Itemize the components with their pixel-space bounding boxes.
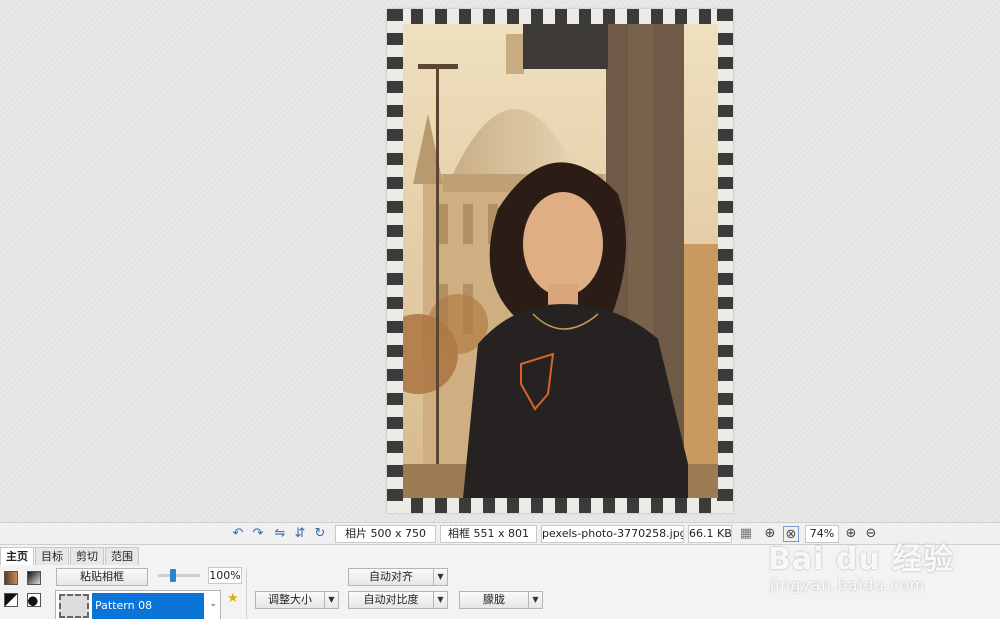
auto-align-dropdown[interactable]: ▼ [434,568,448,586]
blur-dropdown[interactable]: ▼ [529,591,543,609]
resize-dropdown[interactable]: ▼ [325,591,339,609]
zoom-out-icon[interactable]: ⊖ [863,526,879,542]
color-swatch-icon[interactable] [4,571,18,585]
redo-icon[interactable]: ↷ [250,526,266,542]
checkerboard-icon[interactable]: ▦ [738,526,754,542]
frame-size-field: 相框 551 x 801 [440,525,537,543]
zoom-fit-icon[interactable]: ⊕ [762,526,778,542]
undo-icon[interactable]: ↶ [230,526,246,542]
paste-frame-button[interactable]: 粘贴相框 [56,568,148,586]
tab-home[interactable]: 主页 [0,547,34,565]
image-canvas[interactable] [0,0,1000,522]
resize-button[interactable]: 调整大小 [255,591,325,609]
filename-field: pexels-photo-3770258.jpg [541,525,684,543]
filesize-field: 66.1 KB [688,525,732,543]
tab-target[interactable]: 目标 [35,547,69,565]
panel-divider [246,569,247,619]
panel-tabs: 主页 目标 剪切 范围 [0,547,140,565]
auto-contrast-button[interactable]: 自动对比度 [348,591,434,609]
gradient-swatch-icon[interactable] [27,571,41,585]
rotate-icon[interactable]: ↻ [312,526,328,542]
frame-right-edge [717,9,733,513]
pattern-select[interactable]: Pattern 08 ⌄ [55,590,221,619]
auto-align-button[interactable]: 自动对齐 [348,568,434,586]
chevron-down-icon[interactable]: ⌄ [209,599,217,609]
zoom-level-field[interactable]: 74% [805,525,839,543]
opacity-slider-track[interactable] [158,574,200,577]
flip-horizontal-icon[interactable]: ⇋ [272,526,288,542]
tab-range[interactable]: 范围 [105,547,139,565]
frame-top-edge [387,9,733,24]
pattern-name: Pattern 08 [92,593,204,619]
photo-preview [403,24,718,498]
auto-contrast-dropdown[interactable]: ▼ [434,591,448,609]
pattern-thumbnail [59,594,89,618]
contrast-icon[interactable] [4,593,18,607]
frame-bottom-edge [387,498,733,513]
photo-size-field: 相片 500 x 750 [335,525,436,543]
frame-left-edge [387,9,403,513]
tool-panel: 主页 目标 剪切 范围 粘贴相框 100% Pattern 08 ⌄ ★ 调整大… [0,544,1000,619]
tab-cut[interactable]: 剪切 [70,547,104,565]
opacity-slider-thumb[interactable] [170,569,176,582]
zoom-in-icon[interactable]: ⊕ [843,526,859,542]
favorite-star-icon[interactable]: ★ [227,591,239,606]
status-bar: ↶ ↷ ⇋ ⇵ ↻ 相片 500 x 750 相框 551 x 801 pexe… [0,522,1000,544]
opacity-value[interactable]: 100% [208,567,242,584]
zoom-actual-icon[interactable]: ⊗ [783,526,799,542]
flip-vertical-icon[interactable]: ⇵ [292,526,308,542]
mask-shape-icon[interactable] [27,593,41,607]
blur-button[interactable]: 朦胧 [459,591,529,609]
